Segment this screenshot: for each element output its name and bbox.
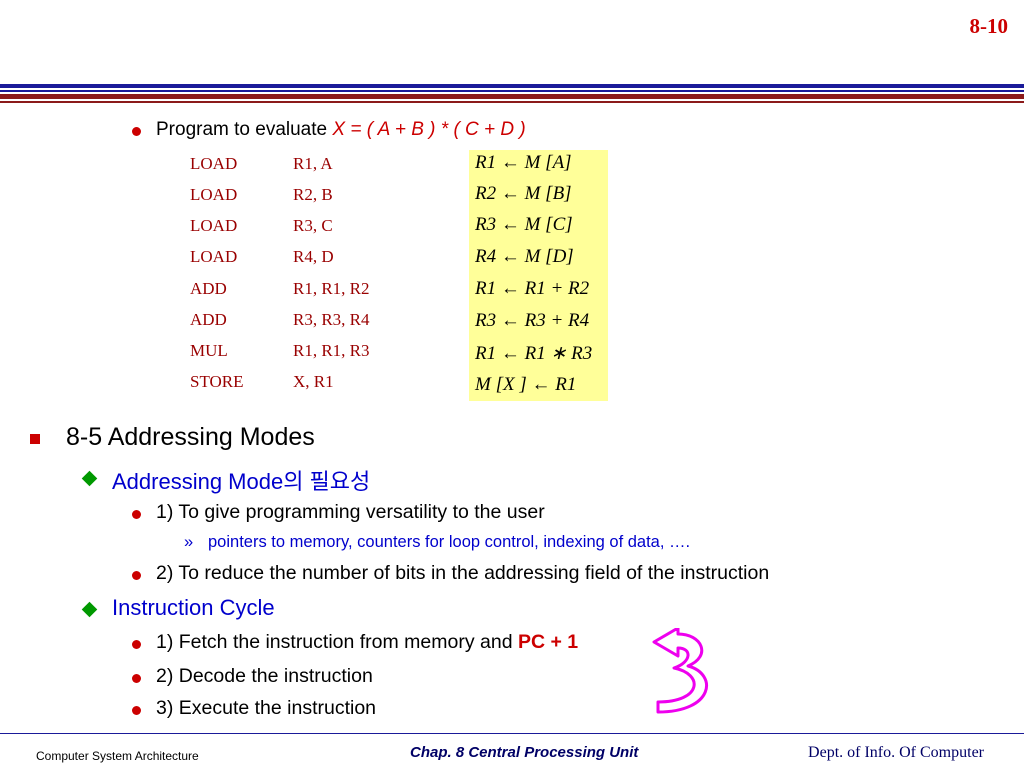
code-args: R1, A [293, 154, 333, 173]
pc-increment-text: PC + 1 [517, 631, 579, 653]
bullet-dot-icon [132, 510, 141, 519]
program-intro-text: Program to evaluate X = ( A + B ) * ( C … [156, 119, 526, 141]
footer-course: Computer System Architecture [36, 749, 199, 763]
code-op: ADD [190, 310, 227, 329]
rtl-line-1: R1 ← M [A] [475, 152, 572, 173]
code-args: R1, R1, R2 [293, 279, 370, 298]
code-op: ADD [190, 279, 227, 298]
code-args: R4, D [293, 247, 334, 266]
rtl-line-2: R2 ← M [B] [475, 183, 572, 204]
code-args: R3, R3, R4 [293, 310, 370, 329]
rtl-line-3: R3 ← M [C] [475, 214, 573, 235]
list-item-text: 1) To give programming versatility to th… [156, 501, 545, 523]
rtl-line-7: R1 ← R1 ∗ R3 [475, 343, 593, 364]
program-expression: X = ( A + B ) * ( C + D ) [332, 119, 526, 140]
list-item-text: 1) Fetch the instruction from memory and… [156, 631, 578, 654]
code-op: LOAD [190, 216, 238, 235]
bullet-dot-icon [132, 706, 141, 715]
header-rule-blue-thick [0, 84, 1024, 88]
diamond-bullet-icon [81, 601, 98, 618]
footer-chapter: Chap. 8 Central Processing Unit [410, 744, 639, 761]
list-item-text: 2) Decode the instruction [156, 665, 373, 687]
bullet-dot-icon [132, 571, 141, 580]
code-args: R2, B [293, 185, 333, 204]
header-rule-blue-thin [0, 90, 1024, 92]
rtl-line-5: R1 ← R1 + R2 [475, 278, 590, 299]
code-op: LOAD [190, 185, 238, 204]
diamond-bullet-icon [81, 470, 98, 487]
code-op: LOAD [190, 154, 238, 173]
sub-list-item-text: pointers to memory, counters for loop co… [208, 533, 691, 551]
code-args: R1, R1, R3 [293, 341, 370, 360]
footer-department: Dept. of Info. Of Computer [808, 744, 984, 761]
rtl-line-6: R3 ← R3 + R4 [475, 310, 590, 331]
code-op: LOAD [190, 247, 238, 266]
list-item-text: 3) Execute the instruction [156, 697, 377, 719]
list-item-text: 2) To reduce the number of bits in the a… [156, 562, 770, 584]
rtl-line-4: R4 ← M [D] [475, 246, 574, 267]
rtl-highlight-box: R1 ← M [A] R2 ← M [B] R3 ← M [C] R4 ← M … [469, 150, 608, 401]
section-heading-text: 8-5 Addressing Modes [66, 423, 315, 451]
header-rule-red-thin [0, 101, 1024, 103]
bullet-dot-icon [132, 127, 141, 136]
square-bullet-icon [30, 434, 40, 444]
subheading-text: Instruction Cycle [112, 595, 275, 620]
rtl-line-8: M [X ] ← R1 [475, 374, 577, 395]
bullet-dot-icon [132, 674, 141, 683]
code-op: MUL [190, 341, 228, 360]
code-args: R3, C [293, 216, 333, 235]
header-rule-red-thick [0, 94, 1024, 99]
code-op: STORE [190, 372, 244, 391]
slide-number: 8-10 [969, 14, 1009, 38]
fetch-text: 1) Fetch the instruction from memory and [156, 631, 518, 653]
code-args: X, R1 [293, 372, 334, 391]
program-intro-label: Program to evaluate [156, 119, 328, 140]
curved-return-arrow-icon [652, 628, 708, 714]
bullet-dot-icon [132, 640, 141, 649]
footer-rule [0, 733, 1024, 734]
double-chevron-icon: » [184, 533, 194, 551]
subheading-text: Addressing Mode의 필요성 [112, 469, 371, 494]
